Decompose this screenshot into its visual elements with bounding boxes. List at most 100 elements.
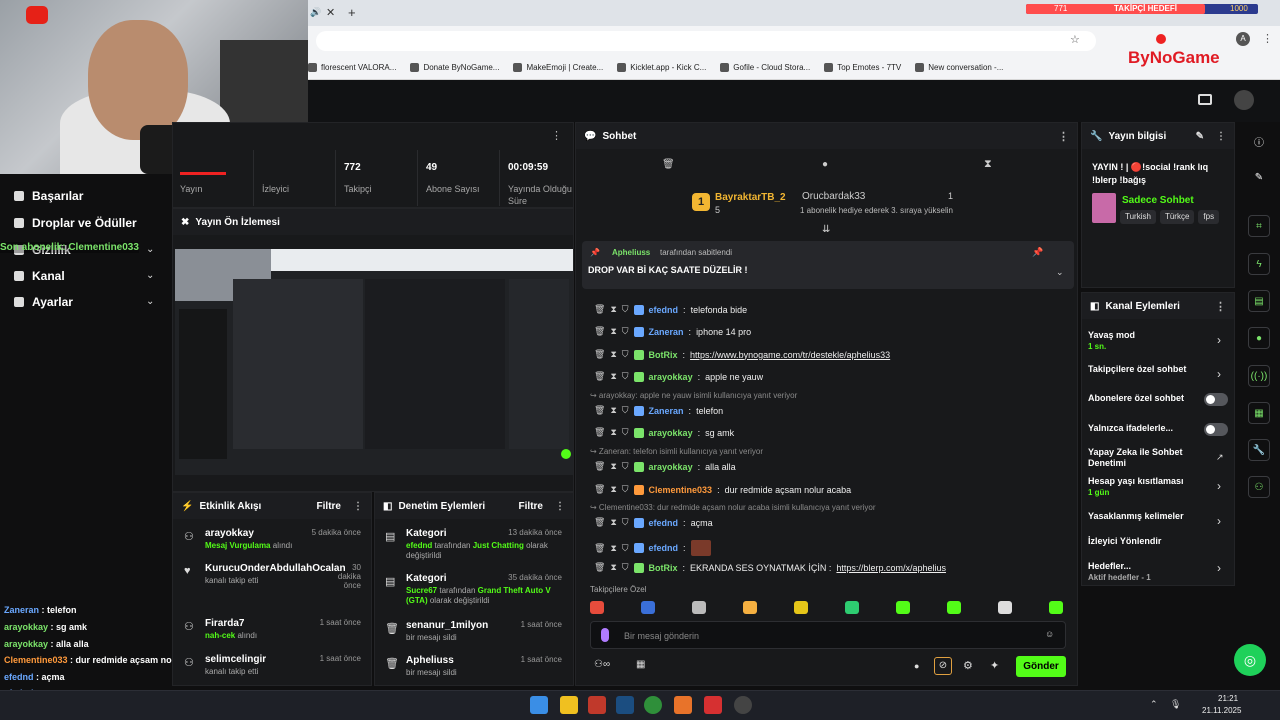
chat-message[interactable]: 🗑 ⧗ ⛉ arayokkay: apple ne yauw (594, 371, 763, 382)
emote-icon[interactable] (896, 601, 910, 614)
gift-user[interactable]: Orucbardak33 (802, 191, 865, 202)
info-icon[interactable]: ⓘ (1248, 130, 1270, 152)
channel-action-2[interactable]: Abonelere özel sohbet (1088, 393, 1198, 404)
chevron-down-icon[interactable]: ⌄ (1056, 267, 1064, 278)
timeout-icon[interactable]: ⧗ (610, 427, 616, 438)
activity-item[interactable]: KurucuOnderAbdullahOcalan kanalı takip et… (205, 563, 361, 593)
kick-icon[interactable]: ⚇ (1248, 476, 1270, 498)
chat-input[interactable]: Bir mesaj gönderin ☺ (590, 621, 1066, 649)
timeout-icon[interactable]: ⧗ (610, 461, 616, 472)
bookmark-item[interactable]: New conversation -... (915, 63, 1003, 72)
app-icon[interactable] (588, 696, 606, 714)
delete-message-icon[interactable]: 🗑 (594, 517, 605, 528)
chat-menu-icon[interactable]: ⋮ (1058, 130, 1069, 143)
chat-username[interactable]: efednd (649, 305, 679, 315)
chat-username[interactable]: BotRix (649, 350, 678, 360)
timeout-icon[interactable]: ⧗ (610, 562, 616, 573)
channel-action-8[interactable]: Hedefler... Aktif hedefler - 1 (1088, 561, 1198, 583)
delete-message-icon[interactable]: 🗑 (594, 349, 605, 360)
moderation-item[interactable]: Kategori Sucre67 tarafından Grand Theft A… (406, 573, 562, 613)
delete-message-icon[interactable]: 🗑 (594, 461, 605, 472)
sidebar-item-4[interactable]: Ayarlar (14, 295, 73, 309)
wrench-icon[interactable]: 🔧 (1248, 439, 1270, 461)
mic-tray-icon[interactable]: 🎙 (1170, 699, 1181, 710)
timeout-icon[interactable]: ⧗ (610, 405, 616, 416)
support-button[interactable]: ◎ (1234, 644, 1266, 676)
timeout-icon[interactable]: ⧗ (610, 349, 616, 360)
extension-icon[interactable] (1156, 34, 1166, 44)
mute-icon[interactable]: ⊘ (934, 657, 952, 675)
chat-link[interactable]: https://blerp.com/x/aphelius (836, 563, 946, 573)
chat-message[interactable]: 🗑 ⧗ ⛉ Zaneran: telefon (594, 405, 723, 416)
sidebar-item-1[interactable]: Droplar ve Ödüller (14, 216, 137, 230)
timeout-icon[interactable]: ⧗ (610, 484, 616, 495)
channel-action-3[interactable]: Yalnızca ifadelerle... (1088, 423, 1198, 434)
tag[interactable]: Türkçe (1159, 210, 1195, 224)
trash-icon[interactable]: 🗑 (662, 159, 675, 170)
chevron-down-icon[interactable]: ⌄ (146, 270, 154, 281)
chat-message[interactable]: 🗑 ⧗ ⛉ arayokkay: alla alla (594, 461, 736, 472)
moderation-item[interactable]: Kategori efednd tarafından Just Chatting … (406, 528, 562, 568)
delete-message-icon[interactable]: 🗑 (594, 484, 605, 495)
chevron-down-icon[interactable]: ⌄ (146, 296, 154, 307)
chat-username[interactable]: BotRix (649, 563, 678, 573)
collapse-icon[interactable]: ⇊ (822, 224, 830, 235)
top-gifter-name[interactable]: BayraktarTB_2 (715, 192, 786, 203)
category-thumbnail[interactable] (1092, 193, 1116, 223)
user-avatar[interactable] (1234, 90, 1254, 110)
channel-action-7[interactable]: İzleyici Yönlendir (1088, 536, 1198, 547)
moderation-item[interactable]: senanur_1milyon bir mesajı sildi 1 saat ön… (406, 620, 562, 660)
tag[interactable]: Turkish (1120, 210, 1156, 224)
store-icon[interactable]: ▦ (636, 659, 645, 670)
delete-message-icon[interactable]: 🗑 (594, 405, 605, 416)
moderation-menu-icon[interactable]: ⋮ (555, 501, 565, 512)
new-tab-icon[interactable]: + (348, 5, 356, 20)
stream-preview[interactable] (175, 249, 573, 475)
sidebar-item-3[interactable]: Kanal (14, 269, 65, 283)
chat-message[interactable]: 🗑 ⧗ ⛉ efednd: (594, 540, 711, 556)
chat-bubble-icon[interactable]: ● (1248, 327, 1270, 349)
chat-username[interactable]: arayokkay (649, 428, 693, 438)
bookmark-item[interactable]: florescent VALORA... (308, 63, 396, 72)
bubble-icon[interactable]: ● (822, 159, 828, 170)
moderation-item[interactable]: Apheliuss bir mesajı sildi 1 saat önce (406, 655, 562, 695)
tray-chevron-icon[interactable]: ⌃ (1150, 699, 1158, 710)
profile-avatar[interactable]: A (1236, 32, 1250, 46)
channel-actions-menu-icon[interactable]: ⋮ (1215, 300, 1226, 313)
chevron-right-icon[interactable]: › (1217, 367, 1221, 381)
chat-message[interactable]: 🗑 ⧗ ⛉ BotRix: EKRANDA SES OYNATMAK İÇİN : htt… (594, 562, 946, 573)
chat-message[interactable]: 🗑 ⧗ ⛉ BotRix: https://www.bynogame.com/tr/de… (594, 349, 890, 360)
stats-menu-icon[interactable]: ⋮ (551, 129, 562, 142)
browser-menu-icon[interactable]: ⋮ (1262, 32, 1273, 45)
emote-icon[interactable] (590, 601, 604, 614)
timeout-icon[interactable]: ⧗ (610, 543, 616, 554)
channel-action-4[interactable]: Yapay Zeka ile Sohbet Denetimi (1088, 447, 1198, 469)
bookmark-item[interactable]: Donate ByNoGame... (410, 63, 499, 72)
gear-icon[interactable]: ⚙ (963, 659, 973, 672)
puzzle-icon[interactable]: ✦ (990, 659, 999, 672)
bolt-icon[interactable]: ϟ (1248, 253, 1270, 275)
stream-info-menu-icon[interactable]: ⋮ (1216, 131, 1226, 142)
moderation-filter-button[interactable]: Filtre (519, 501, 543, 512)
emote-icon[interactable] (743, 601, 757, 614)
app-icon-3[interactable] (704, 696, 722, 714)
activity-item[interactable]: Firarda7 nah-cek alındı 1 saat önce (205, 618, 361, 648)
toggle-switch[interactable] (1204, 423, 1228, 436)
activity-item[interactable]: arayokkay Mesaj Vurgulama alındı 5 dakika … (205, 528, 361, 558)
emote-icon[interactable] (1049, 601, 1063, 614)
close-tab-icon[interactable]: ✕ (326, 6, 335, 19)
obs-icon[interactable] (734, 696, 752, 714)
external-link-icon[interactable]: ↗ (1216, 452, 1224, 463)
channel-action-0[interactable]: Yavaş mod 1 sn. (1088, 330, 1198, 352)
hourglass-icon[interactable]: ⧗ (984, 158, 992, 171)
emoji-icon[interactable]: ☺ (1045, 629, 1054, 639)
activity-menu-icon[interactable]: ⋮ (353, 501, 363, 512)
mic-icon[interactable] (601, 628, 609, 642)
bookmark-item[interactable]: Top Emotes - 7TV (824, 63, 901, 72)
chat-username[interactable]: Clementine033 (649, 485, 713, 495)
chat-message[interactable]: 🗑 ⧗ ⛉ Zaneran: iphone 14 pro (594, 326, 751, 337)
bubble-settings-icon[interactable]: ● (914, 661, 919, 671)
chat-username[interactable]: efednd (649, 518, 679, 528)
send-button[interactable]: Gönder (1016, 656, 1066, 677)
activity-filter-button[interactable]: Filtre (317, 501, 341, 512)
